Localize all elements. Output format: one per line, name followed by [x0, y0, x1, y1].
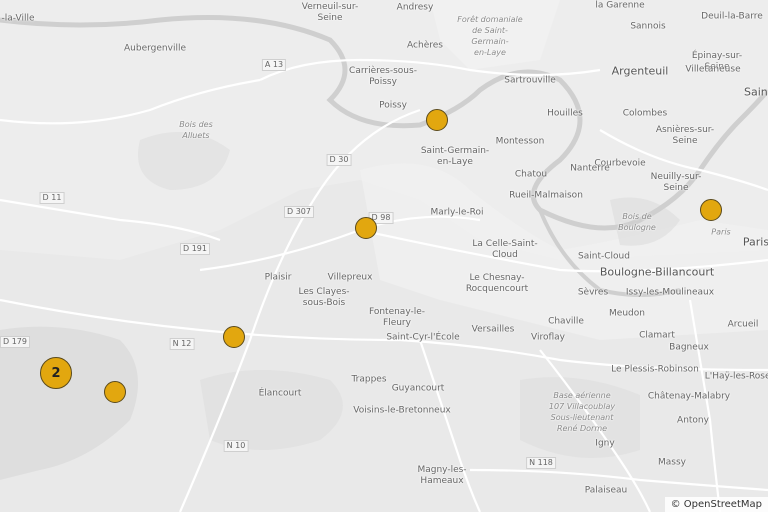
place-label: Achères [407, 40, 443, 51]
road-shield: N 118 [526, 457, 556, 469]
place-label: Bois de Boulogne [618, 212, 656, 232]
place-label: Colombes [622, 108, 668, 119]
place-label: Andresy [396, 2, 434, 13]
place-label: Châtenay-Malabry [647, 391, 731, 402]
road-shield: D 11 [39, 192, 65, 204]
place-label: L'Haÿ-les-Roses [704, 371, 768, 382]
place-label: Boulogne-Billancourt [599, 265, 715, 279]
place-label: Paris [711, 227, 731, 237]
place-label: Massy [658, 457, 686, 468]
road-shield: N 12 [169, 338, 195, 350]
place-label: Houilles [547, 108, 583, 119]
place-label: Saint-Cyr-l'École [386, 332, 460, 343]
place-label: Asnières-sur- Seine [655, 125, 715, 146]
place-label: Saint-Cloud [578, 251, 630, 262]
place-label: Argenteuil [611, 64, 669, 78]
road-shield: A 13 [261, 59, 287, 71]
cluster-marker[interactable]: 2 [40, 357, 72, 389]
place-label: Neuilly-sur- Seine [650, 172, 702, 193]
road-shield: D 179 [0, 336, 30, 348]
place-label: Nanterre [570, 163, 610, 174]
place-label: Villepreux [327, 272, 373, 283]
road-shield: N 10 [223, 440, 249, 452]
place-label: Carrières-sous- Poissy [349, 66, 417, 87]
place-label: Issy-les-Moulineaux [625, 287, 715, 298]
place-label: Saint- [743, 85, 768, 99]
place-label: Villetaneuse [685, 64, 741, 75]
place-label: Sèvres [577, 287, 609, 298]
place-label: Paris [742, 235, 768, 249]
road-shield: D 30 [326, 154, 352, 166]
road-shield: D 307 [284, 206, 314, 218]
place-label: Trappes [351, 374, 387, 385]
place-label: La Celle-Saint- Cloud [472, 239, 538, 260]
place-label: Chatou [514, 169, 548, 180]
road-shield: D 191 [180, 243, 210, 255]
place-label: Poissy [379, 100, 407, 111]
place-label: Marly-le-Roi [430, 207, 484, 218]
place-label: Arcueil [727, 319, 759, 330]
place-label: Sannois [630, 21, 666, 32]
place-label: Les Clayes- sous-Bois [298, 287, 350, 308]
place-label: Voisins-le-Bretonneux [353, 405, 451, 416]
place-label: Fontenay-le- Fleury [368, 307, 426, 328]
place-label: Clamart [639, 330, 675, 341]
location-marker[interactable] [355, 217, 377, 239]
place-label: la Garenne [595, 0, 645, 11]
place-label: Le Chesnay- Rocquencourt [465, 273, 529, 294]
place-label: Igny [595, 438, 615, 449]
location-marker[interactable] [700, 199, 722, 221]
place-label: Viroflay [531, 332, 565, 343]
place-label: Le Plessis-Robinson [611, 364, 699, 375]
place-label: Bois des Alluets [179, 120, 213, 140]
place-label: Chaville [548, 316, 584, 327]
place-label: Base aérienne 107 Villacoublay Sous-lieu… [548, 391, 616, 433]
place-label: Meudon [609, 308, 645, 319]
place-label: Magny-les- Hameaux [417, 465, 467, 486]
place-label: Élancourt [258, 388, 302, 399]
place-label: Saint-Germain- en-Laye [420, 146, 490, 167]
location-marker[interactable] [223, 326, 245, 348]
place-label: -la-Ville [1, 13, 35, 24]
map-attribution[interactable]: © OpenStreetMap [664, 497, 768, 512]
place-label: Montesson [495, 136, 545, 147]
place-label: Forêt domaniale de Saint- Germain- en-La… [457, 15, 523, 57]
place-label: Guyancourt [391, 383, 445, 394]
place-label: Bagneux [669, 342, 709, 353]
place-label: Versailles [471, 324, 515, 335]
place-label: Plaisir [264, 272, 292, 283]
map-container[interactable]: Verneuil-sur- Seine Andresy Forêt domanial… [0, 0, 768, 512]
place-label: Sartrouville [504, 75, 556, 86]
place-label: Rueil-Malmaison [509, 190, 583, 201]
place-label: Aubergenville [124, 43, 186, 54]
place-label: Palaiseau [584, 485, 628, 496]
place-label: Verneuil-sur- Seine [301, 2, 359, 23]
location-marker[interactable] [104, 381, 126, 403]
location-marker[interactable] [426, 109, 448, 131]
place-label: Deuil-la-Barre [701, 11, 763, 22]
place-label: Antony [677, 415, 709, 426]
